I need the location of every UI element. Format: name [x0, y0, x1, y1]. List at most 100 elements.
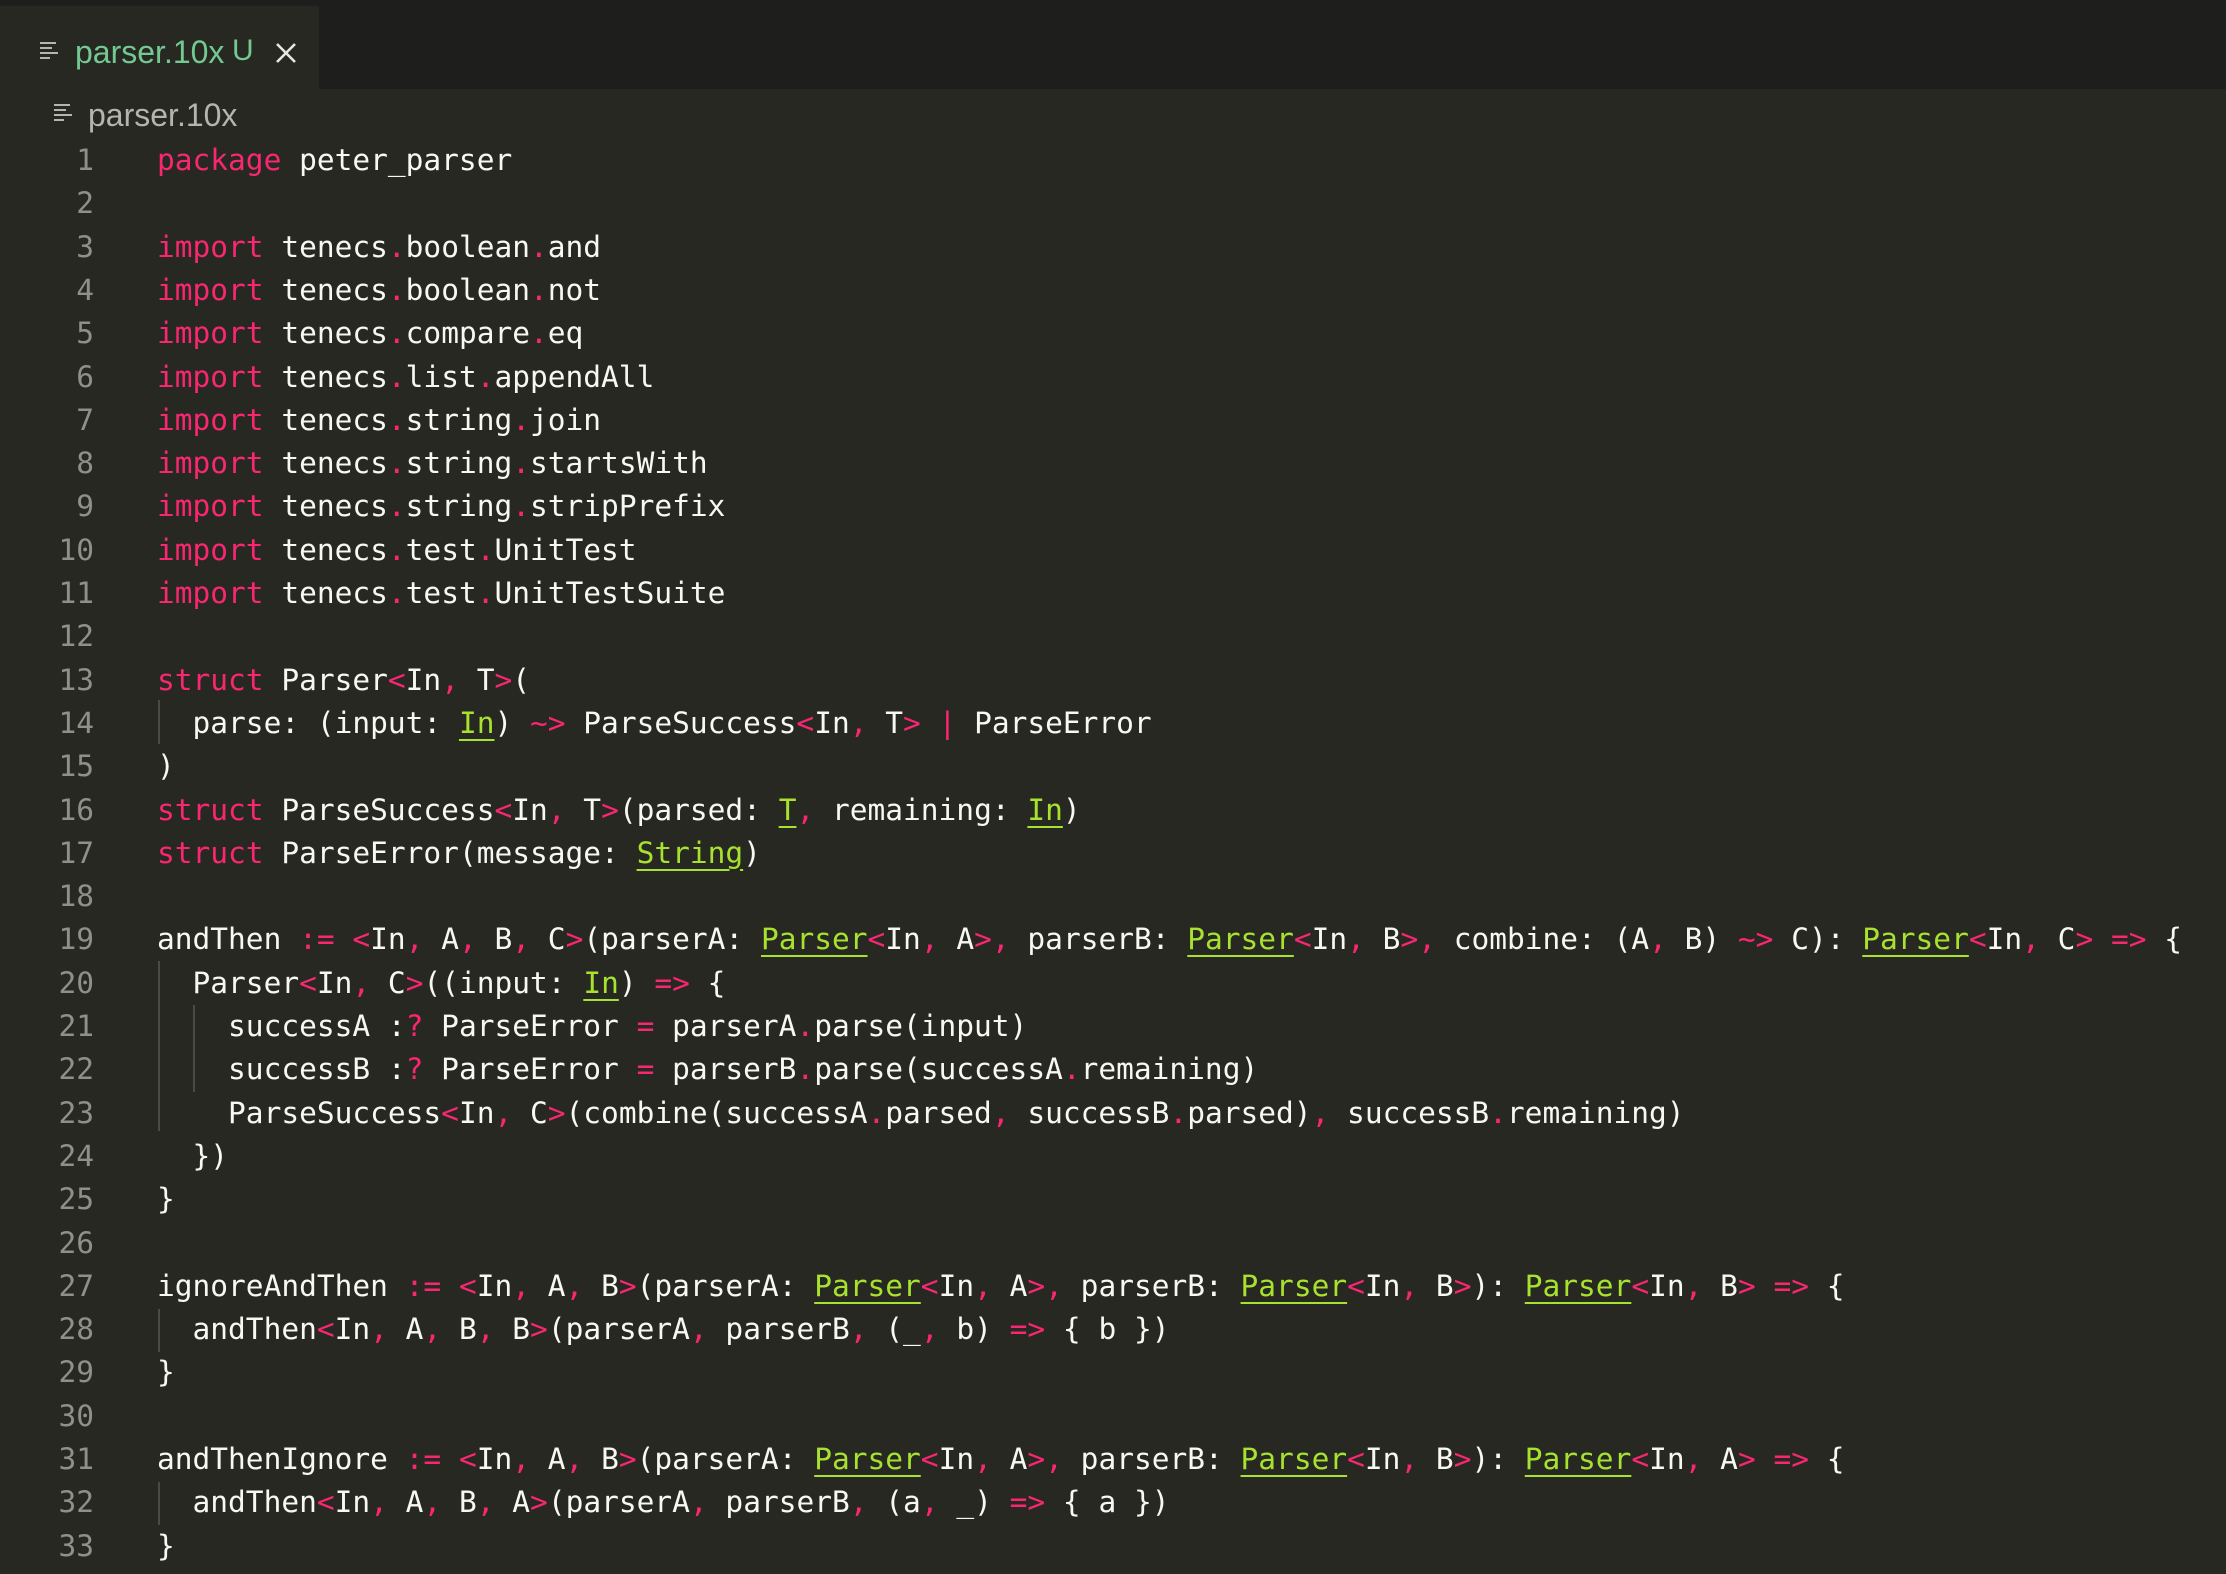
- code-line[interactable]: 23 ParseSuccess<In, C>(combine(successA.…: [0, 1092, 2226, 1135]
- line-number: 23: [58, 1095, 94, 1130]
- code-line[interactable]: 32 andThen<In, A, B, A>(parserA, parserB…: [0, 1481, 2226, 1524]
- code-token: ignoreAndThen: [157, 1268, 406, 1303]
- code-token: <: [796, 705, 815, 740]
- code-token: B): [1666, 922, 1738, 957]
- code-token: In: [316, 965, 353, 1000]
- code-line[interactable]: 20 Parser<In, C>((input: In) => {: [0, 962, 2226, 1005]
- code-token: Parser: [1240, 1268, 1348, 1303]
- line-number: 10: [58, 532, 94, 567]
- line-number: 8: [76, 446, 94, 481]
- code-token: <: [316, 1485, 335, 1520]
- line-number: 6: [76, 359, 94, 394]
- code-token: .: [387, 489, 406, 524]
- code-text: import tenecs.boolean.not: [157, 269, 601, 312]
- code-line[interactable]: 21 successA :? ParseError = parserA.pars…: [0, 1005, 2226, 1048]
- code-token: ):: [1471, 1268, 1525, 1303]
- code-token: remaining): [1080, 1052, 1259, 1087]
- code-token: ParseError: [423, 1009, 637, 1043]
- code-token: boolean: [405, 229, 530, 264]
- code-token: ~>: [530, 705, 566, 740]
- code-text: import tenecs.test.UnitTest: [157, 529, 637, 572]
- code-token: compare: [405, 316, 530, 351]
- code-editor[interactable]: 1 package peter_parser 2 3 import tenecs.boo…: [0, 139, 2226, 1574]
- code-token: =>: [1009, 1485, 1046, 1520]
- code-text: andThen<In, A, B, B>(parserA, parserB, (…: [157, 1308, 1170, 1351]
- code-line[interactable]: 7 import tenecs.string.join: [0, 399, 2226, 442]
- code-line[interactable]: 4 import tenecs.boolean.not: [0, 269, 2226, 312]
- code-token: parserB: [707, 1312, 850, 1347]
- code-token: ,: [494, 1095, 513, 1130]
- code-line[interactable]: 12: [0, 615, 2226, 658]
- code-token: ,: [1684, 1268, 1703, 1303]
- code-line[interactable]: 8 import tenecs.string.startsWith: [0, 442, 2226, 485]
- line-number: 29: [58, 1355, 94, 1390]
- code-token: >: [530, 1485, 548, 1520]
- code-line[interactable]: 17 struct ParseError(message: String): [0, 832, 2226, 875]
- code-line[interactable]: 31 andThenIgnore := <In, A, B>(parserA: P…: [0, 1438, 2226, 1481]
- code-line[interactable]: 27 ignoreAndThen := <In, A, B>(parserA: P…: [0, 1265, 2226, 1308]
- code-line[interactable]: 33}: [0, 1525, 2226, 1568]
- code-token: {: [2146, 922, 2183, 957]
- code-token: Parser: [814, 1268, 921, 1303]
- code-line[interactable]: 19 andThen := <In, A, B, C>(parserA: Pars…: [0, 918, 2226, 961]
- code-token: In: [1364, 1268, 1401, 1303]
- code-token: In: [334, 1312, 371, 1347]
- code-token: test: [405, 532, 477, 567]
- code-token: andThen: [157, 1312, 317, 1347]
- code-token: Parser: [1524, 1268, 1632, 1303]
- code-line[interactable]: 29}: [0, 1351, 2226, 1394]
- code-line[interactable]: 3 import tenecs.boolean.and: [0, 226, 2226, 269]
- code-text: }): [157, 1135, 229, 1178]
- code-token: ,: [512, 1442, 531, 1476]
- code-token: ParseError: [956, 705, 1152, 740]
- code-token: In: [458, 1095, 495, 1130]
- code-token: Parser: [1240, 1442, 1348, 1476]
- code-line[interactable]: 9 import tenecs.string.stripPrefix: [0, 485, 2226, 528]
- code-line[interactable]: 25}: [0, 1178, 2226, 1221]
- code-line[interactable]: 14 parse: (input: In) ~> ParseSuccess<In…: [0, 702, 2226, 745]
- code-token: ParseSuccess: [263, 792, 495, 827]
- code-line[interactable]: 5 import tenecs.compare.eq: [0, 312, 2226, 355]
- code-token: import: [157, 402, 264, 437]
- code-token: (parserA:: [636, 1268, 815, 1303]
- code-line[interactable]: 2: [0, 182, 2226, 225]
- code-token: ,: [2022, 922, 2040, 957]
- code-line[interactable]: 18: [0, 875, 2226, 918]
- code-token: .: [796, 1009, 815, 1043]
- code-line[interactable]: 11 import tenecs.test.UnitTestSuite: [0, 572, 2226, 615]
- tab-parser[interactable]: parser.10x U: [0, 6, 319, 89]
- code-token: ): [494, 705, 530, 740]
- code-token: >: [618, 1442, 637, 1476]
- code-line[interactable]: 16 struct ParseSuccess<In, T>(parsed: T, …: [0, 789, 2226, 832]
- code-token: ): [743, 835, 761, 870]
- tab-label: parser.10x: [75, 34, 225, 70]
- code-line[interactable]: 13 struct Parser<In, T>(: [0, 659, 2226, 702]
- code-text: andThen := <In, A, B, C>(parserA: Parser…: [157, 918, 2182, 961]
- code-line[interactable]: 15): [0, 745, 2226, 788]
- line-number: 25: [58, 1182, 94, 1217]
- breadcrumb-item-file[interactable]: parser.10x: [88, 97, 237, 134]
- code-line[interactable]: 30: [0, 1395, 2226, 1438]
- line-number: 15: [58, 749, 94, 784]
- code-line[interactable]: 22 successB :? ParseError = parserB.pars…: [0, 1048, 2226, 1091]
- code-line[interactable]: 28 andThen<In, A, B, B>(parserA, parserB…: [0, 1308, 2226, 1351]
- code-text: struct ParseSuccess<In, T>(parsed: T, re…: [157, 789, 1081, 832]
- code-line[interactable]: 26: [0, 1222, 2226, 1265]
- code-token: B: [441, 1485, 477, 1520]
- code-token: tenecs: [263, 489, 388, 524]
- code-token: <: [441, 1095, 459, 1130]
- code-line[interactable]: 10 import tenecs.test.UnitTest: [0, 529, 2226, 572]
- code-line[interactable]: 6 import tenecs.list.appendAll: [0, 356, 2226, 399]
- code-token: import: [157, 446, 264, 481]
- close-icon[interactable]: [272, 39, 300, 67]
- code-text: import tenecs.compare.eq: [157, 312, 583, 355]
- code-text: andThen<In, A, B, A>(parserA, parserB, (…: [157, 1481, 1170, 1524]
- line-number: 32: [58, 1485, 94, 1520]
- code-line[interactable]: 1 package peter_parser: [0, 139, 2226, 182]
- line-number: 14: [58, 705, 94, 740]
- code-token: andThen: [157, 922, 300, 957]
- code-text: successA :? ParseError = parserA.parse(i…: [157, 1005, 1027, 1048]
- code-line[interactable]: 24 }): [0, 1135, 2226, 1178]
- code-token: tenecs: [263, 359, 388, 394]
